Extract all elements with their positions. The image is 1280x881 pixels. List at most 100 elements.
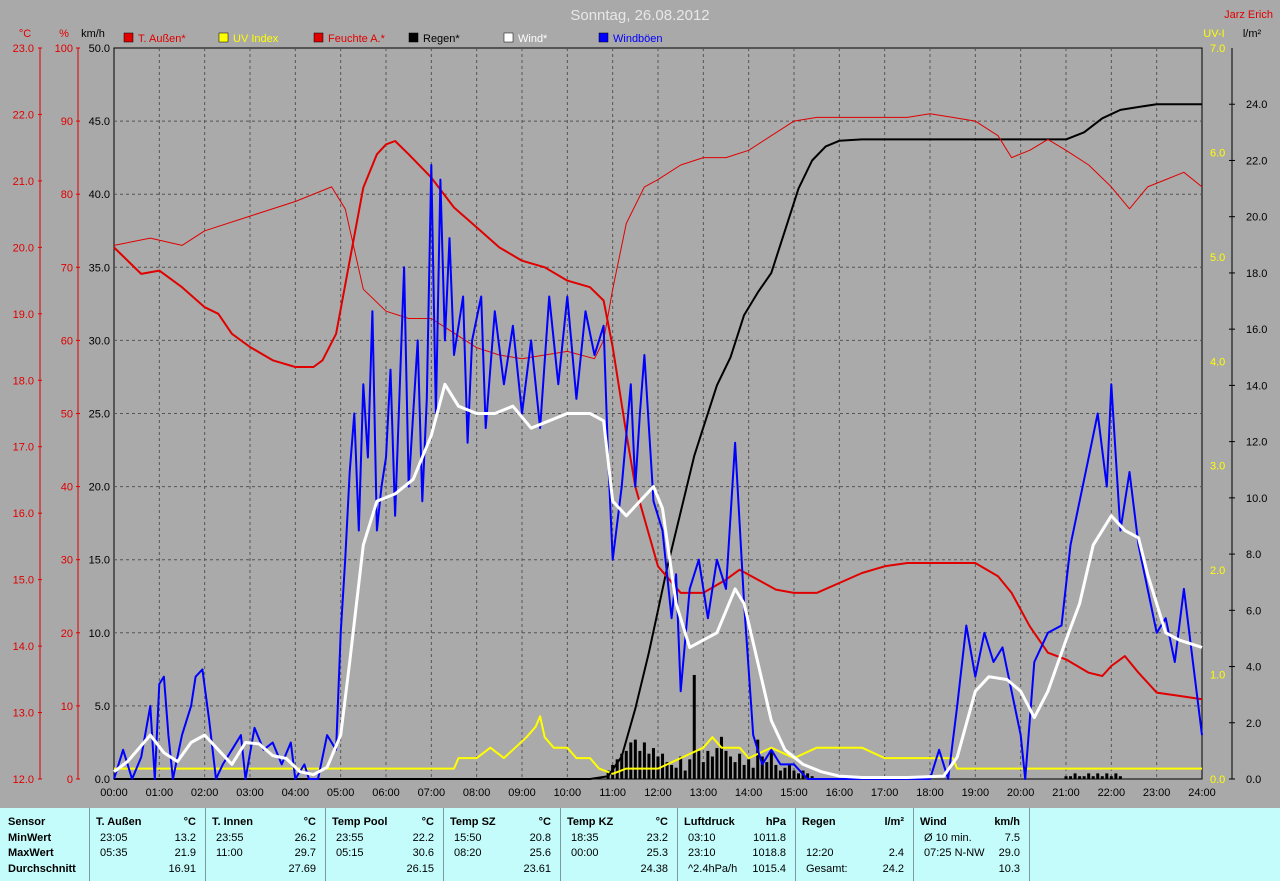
- stats-column: Temp SZ °C 15:50 20.8 08:20 25.6 23.61: [444, 808, 561, 881]
- wind-tick: 30.0: [89, 335, 110, 347]
- stats-column: Wind km/h Ø 10 min. 7.5 07:25 N-NW 29.0 10.3: [914, 808, 1030, 881]
- uv-tick: 6.0: [1210, 147, 1225, 159]
- uv-tick: 5.0: [1210, 252, 1225, 264]
- temp-tick: 22.0: [13, 109, 34, 121]
- legend-label: Regen*: [423, 33, 460, 45]
- time-tick: 12:00: [644, 787, 672, 799]
- rain-bar: [769, 750, 773, 779]
- stats-value: 22.2: [412, 831, 434, 844]
- legend-swatch: [218, 32, 229, 43]
- stats-unit: hPa: [765, 816, 786, 828]
- stats-time: 03:10: [688, 831, 716, 844]
- rain-tick: 14.0: [1246, 380, 1267, 392]
- wind-tick: 20.0: [89, 482, 110, 494]
- stats-time: 23:10: [688, 847, 716, 859]
- humidity-tick: 30: [61, 555, 73, 567]
- stats-value: 16.91: [168, 862, 196, 875]
- legend-swatch: [313, 32, 324, 43]
- chart-title: Sonntag, 26.08.2012: [570, 7, 709, 24]
- stats-unit: km/h: [994, 816, 1020, 828]
- rain-bar: [733, 762, 737, 779]
- time-tick: 17:00: [871, 787, 899, 799]
- wind-tick: 35.0: [89, 262, 110, 274]
- rain-bar: [683, 770, 687, 779]
- wind-tick: 15.0: [89, 555, 110, 567]
- rain-bar: [1078, 776, 1082, 779]
- rain-bar: [706, 750, 710, 779]
- stats-footer: Sensor MinWert MaxWert Durchschnitt T. Außen…: [0, 808, 1280, 881]
- humidity-tick: 50: [61, 409, 73, 421]
- stats-value: 23.61: [523, 862, 551, 875]
- stats-time: 11:00: [216, 847, 243, 859]
- stats-value: 26.15: [406, 862, 434, 875]
- wind-tick: 40.0: [89, 189, 110, 201]
- time-tick: 15:00: [780, 787, 808, 799]
- wind-tick: 10.0: [89, 628, 110, 640]
- rain-tick: 12.0: [1246, 437, 1267, 449]
- rain-bar: [778, 770, 782, 779]
- stats-value: 30.6: [412, 847, 434, 859]
- stats-value: 1011.8: [753, 831, 786, 844]
- rain-bar: [692, 674, 696, 779]
- stats-value: 21.9: [174, 847, 196, 859]
- legend-swatch: [408, 32, 419, 43]
- stats-time: 00:00: [571, 847, 599, 859]
- time-tick: 10:00: [554, 787, 582, 799]
- rain-bar: [1091, 776, 1095, 779]
- time-tick: 24:00: [1188, 787, 1216, 799]
- rain-tick: 0.0: [1246, 774, 1261, 786]
- rain-bar: [715, 748, 719, 779]
- temp-tick: 17.0: [13, 442, 34, 454]
- rain-bar: [1069, 776, 1073, 779]
- stats-header: Temp KZ: [567, 816, 614, 828]
- time-tick: 23:00: [1143, 787, 1171, 799]
- unit-wind: km/h: [81, 28, 105, 40]
- stats-value: 7.5: [1004, 831, 1020, 844]
- stats-time: 23:55: [336, 831, 364, 844]
- stats-header: Luftdruck: [684, 816, 735, 828]
- rain-bar: [1082, 776, 1086, 779]
- temp-tick: 15.0: [13, 575, 34, 587]
- humidity-tick: 20: [61, 628, 73, 640]
- stats-value: 1015.4: [752, 862, 786, 875]
- time-tick: 00:00: [100, 787, 128, 799]
- rain-bar: [719, 736, 723, 779]
- rain-tick: 18.0: [1246, 268, 1267, 280]
- rain-bar: [670, 764, 674, 779]
- rain-bar: [787, 764, 791, 779]
- humidity-tick: 90: [61, 116, 73, 128]
- stats-unit: °C: [303, 816, 316, 828]
- legend-label: UV Index: [233, 33, 279, 45]
- humidity-tick: 60: [61, 335, 73, 347]
- time-tick: 18:00: [916, 787, 944, 799]
- temp-tick: 18.0: [13, 375, 34, 387]
- rain-bar: [629, 742, 633, 779]
- rain-tick: 22.0: [1246, 155, 1267, 167]
- stats-header: Temp Pool: [332, 816, 388, 828]
- stats-time: 23:55: [216, 831, 244, 844]
- wind-tick: 50.0: [89, 43, 110, 55]
- stats-value: 26.2: [294, 831, 316, 844]
- unit-humidity: %: [59, 28, 69, 40]
- uv-tick: 7.0: [1210, 43, 1225, 55]
- stats-unit: l/m²: [884, 816, 904, 828]
- stats-time: 07:25 N-NW: [924, 847, 985, 859]
- unit-uv: UV-I: [1203, 28, 1224, 40]
- wind-tick: 45.0: [89, 116, 110, 128]
- stats-value: 20.8: [529, 831, 551, 844]
- rain-bar: [738, 753, 742, 779]
- stats-unit: °C: [655, 816, 668, 828]
- stats-header: Regen: [802, 816, 836, 828]
- rain-tick: 4.0: [1246, 662, 1261, 674]
- stats-time: Gesamt:: [806, 862, 848, 875]
- rain-bar: [729, 756, 733, 779]
- unit-temp: °C: [19, 28, 31, 40]
- stats-value: 2.4: [888, 847, 904, 859]
- rain-tick: 10.0: [1246, 493, 1267, 505]
- rain-bar: [783, 767, 787, 779]
- rain-tick: 8.0: [1246, 549, 1261, 561]
- rain-bar: [751, 767, 755, 779]
- rain-bar: [647, 753, 651, 779]
- temp-tick: 13.0: [13, 708, 34, 720]
- legend-swatch: [598, 32, 609, 43]
